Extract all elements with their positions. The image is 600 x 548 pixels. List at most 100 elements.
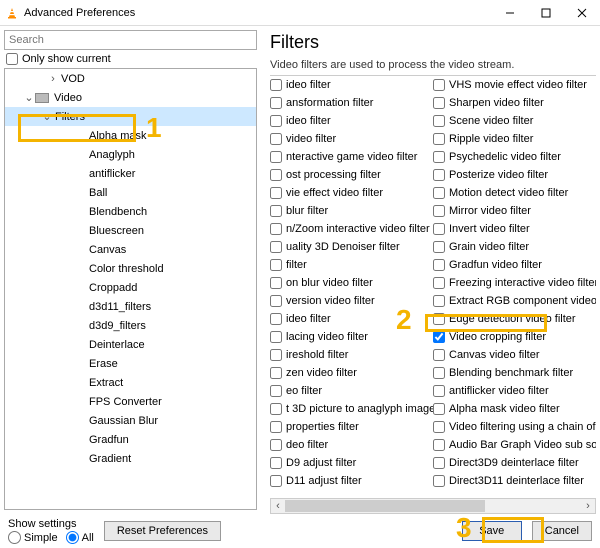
tree-item[interactable]: antiflicker [5,164,256,183]
filter-row[interactable]: Posterize video filter [433,166,596,184]
tree-item[interactable]: Deinterlace [5,335,256,354]
filter-row[interactable]: ireshold filter [270,346,433,364]
filter-checkbox[interactable] [433,241,445,253]
filter-checkbox[interactable] [433,331,445,343]
filter-row[interactable]: Invert video filter [433,220,596,238]
filter-checkbox[interactable] [270,331,282,343]
tree-item[interactable]: Color threshold [5,259,256,278]
filter-row[interactable]: filter [270,256,433,274]
filter-checkbox[interactable] [270,295,282,307]
filter-row[interactable]: Blending benchmark filter [433,364,596,382]
filter-row[interactable]: Motion detect video filter [433,184,596,202]
filter-row[interactable]: Extract RGB component video filter [433,292,596,310]
filter-checkbox[interactable] [270,385,282,397]
filter-checkbox[interactable] [270,169,282,181]
filter-row[interactable]: version video filter [270,292,433,310]
twisty-icon[interactable]: › [47,73,59,85]
reset-preferences-button[interactable]: Reset Preferences [104,521,221,541]
filter-checkbox[interactable] [433,169,445,181]
filter-checkbox[interactable] [433,115,445,127]
maximize-button[interactable] [528,0,564,26]
filter-row[interactable]: zen video filter [270,364,433,382]
filter-row[interactable]: Direct3D9 deinterlace filter [433,454,596,472]
filter-row[interactable]: Video filtering using a chain of video f… [433,418,596,436]
preferences-tree[interactable]: ›VOD⌄Video⌄FiltersAlpha maskAnaglyphanti… [4,68,257,510]
filter-checkbox[interactable] [433,151,445,163]
tree-item[interactable]: Erase [5,354,256,373]
cancel-button[interactable]: Cancel [532,521,592,541]
filter-checkbox[interactable] [270,457,282,469]
tree-item[interactable]: Alpha mask [5,126,256,145]
filter-row[interactable]: lacing video filter [270,328,433,346]
filter-row[interactable]: Direct3D11 deinterlace filter [433,472,596,490]
filter-checkbox[interactable] [433,79,445,91]
minimize-button[interactable] [492,0,528,26]
filter-row[interactable]: Psychedelic video filter [433,148,596,166]
filter-row[interactable]: ost processing filter [270,166,433,184]
filter-checkbox[interactable] [270,115,282,127]
filter-checkbox[interactable] [433,223,445,235]
filter-checkbox[interactable] [270,403,282,415]
filter-checkbox[interactable] [433,421,445,433]
filter-row[interactable]: ideo filter [270,112,433,130]
tree-item[interactable]: Gaussian Blur [5,411,256,430]
tree-item[interactable]: Extract [5,373,256,392]
filter-checkbox[interactable] [433,133,445,145]
filter-checkbox[interactable] [433,187,445,199]
filter-checkbox[interactable] [433,349,445,361]
filter-row[interactable]: Edge detection video filter [433,310,596,328]
only-show-current[interactable]: Only show current [4,50,257,68]
filter-row[interactable]: nteractive game video filter [270,148,433,166]
twisty-icon[interactable]: ⌄ [41,110,53,123]
tree-item[interactable]: ⌄Filters [5,107,256,126]
tree-item[interactable]: Ball [5,183,256,202]
filter-row[interactable]: Freezing interactive video filter [433,274,596,292]
filter-row[interactable]: vie effect video filter [270,184,433,202]
tree-item[interactable]: d3d9_filters [5,316,256,335]
filter-row[interactable]: Gradfun video filter [433,256,596,274]
filter-checkbox[interactable] [433,259,445,271]
scrollbar-thumb[interactable] [285,500,485,512]
filter-checkbox[interactable] [433,367,445,379]
search-input[interactable] [4,30,257,50]
filter-checkbox[interactable] [270,421,282,433]
filter-row[interactable]: properties filter [270,418,433,436]
filter-checkbox[interactable] [433,457,445,469]
tree-item[interactable]: Canvas [5,240,256,259]
filter-checkbox[interactable] [270,349,282,361]
tree-item[interactable]: ⌄Video [5,88,256,107]
filter-checkbox[interactable] [433,403,445,415]
filter-checkbox[interactable] [270,223,282,235]
filter-row[interactable]: Alpha mask video filter [433,400,596,418]
save-button[interactable]: Save [462,521,522,541]
tree-item[interactable]: Bluescreen [5,221,256,240]
filter-checkbox[interactable] [270,259,282,271]
filter-row[interactable]: video filter [270,130,433,148]
tree-item[interactable]: FPS Converter [5,392,256,411]
filter-row[interactable]: uality 3D Denoiser filter [270,238,433,256]
filter-checkbox[interactable] [270,151,282,163]
filter-row[interactable]: eo filter [270,382,433,400]
scroll-left-icon[interactable]: ‹ [271,499,285,513]
filter-checkbox[interactable] [433,295,445,307]
filter-checkbox[interactable] [270,79,282,91]
filter-row[interactable]: ideo filter [270,76,433,94]
tree-item[interactable]: Croppadd [5,278,256,297]
filter-row[interactable]: Scene video filter [433,112,596,130]
filter-checkbox[interactable] [270,313,282,325]
filter-row[interactable]: Video cropping filter [433,328,596,346]
filter-row[interactable]: Canvas video filter [433,346,596,364]
filter-checkbox[interactable] [433,475,445,487]
filter-row[interactable]: VHS movie effect video filter [433,76,596,94]
filter-checkbox[interactable] [433,385,445,397]
filter-checkbox[interactable] [433,277,445,289]
filter-row[interactable]: antiflicker video filter [433,382,596,400]
filter-checkbox[interactable] [270,97,282,109]
horizontal-scrollbar[interactable]: ‹ › [270,498,596,514]
filter-row[interactable]: n/Zoom interactive video filter [270,220,433,238]
only-show-checkbox[interactable] [6,53,18,65]
tree-item[interactable]: Gradfun [5,430,256,449]
filter-row[interactable]: ideo filter [270,310,433,328]
twisty-icon[interactable]: ⌄ [23,91,35,104]
filter-checkbox[interactable] [270,439,282,451]
